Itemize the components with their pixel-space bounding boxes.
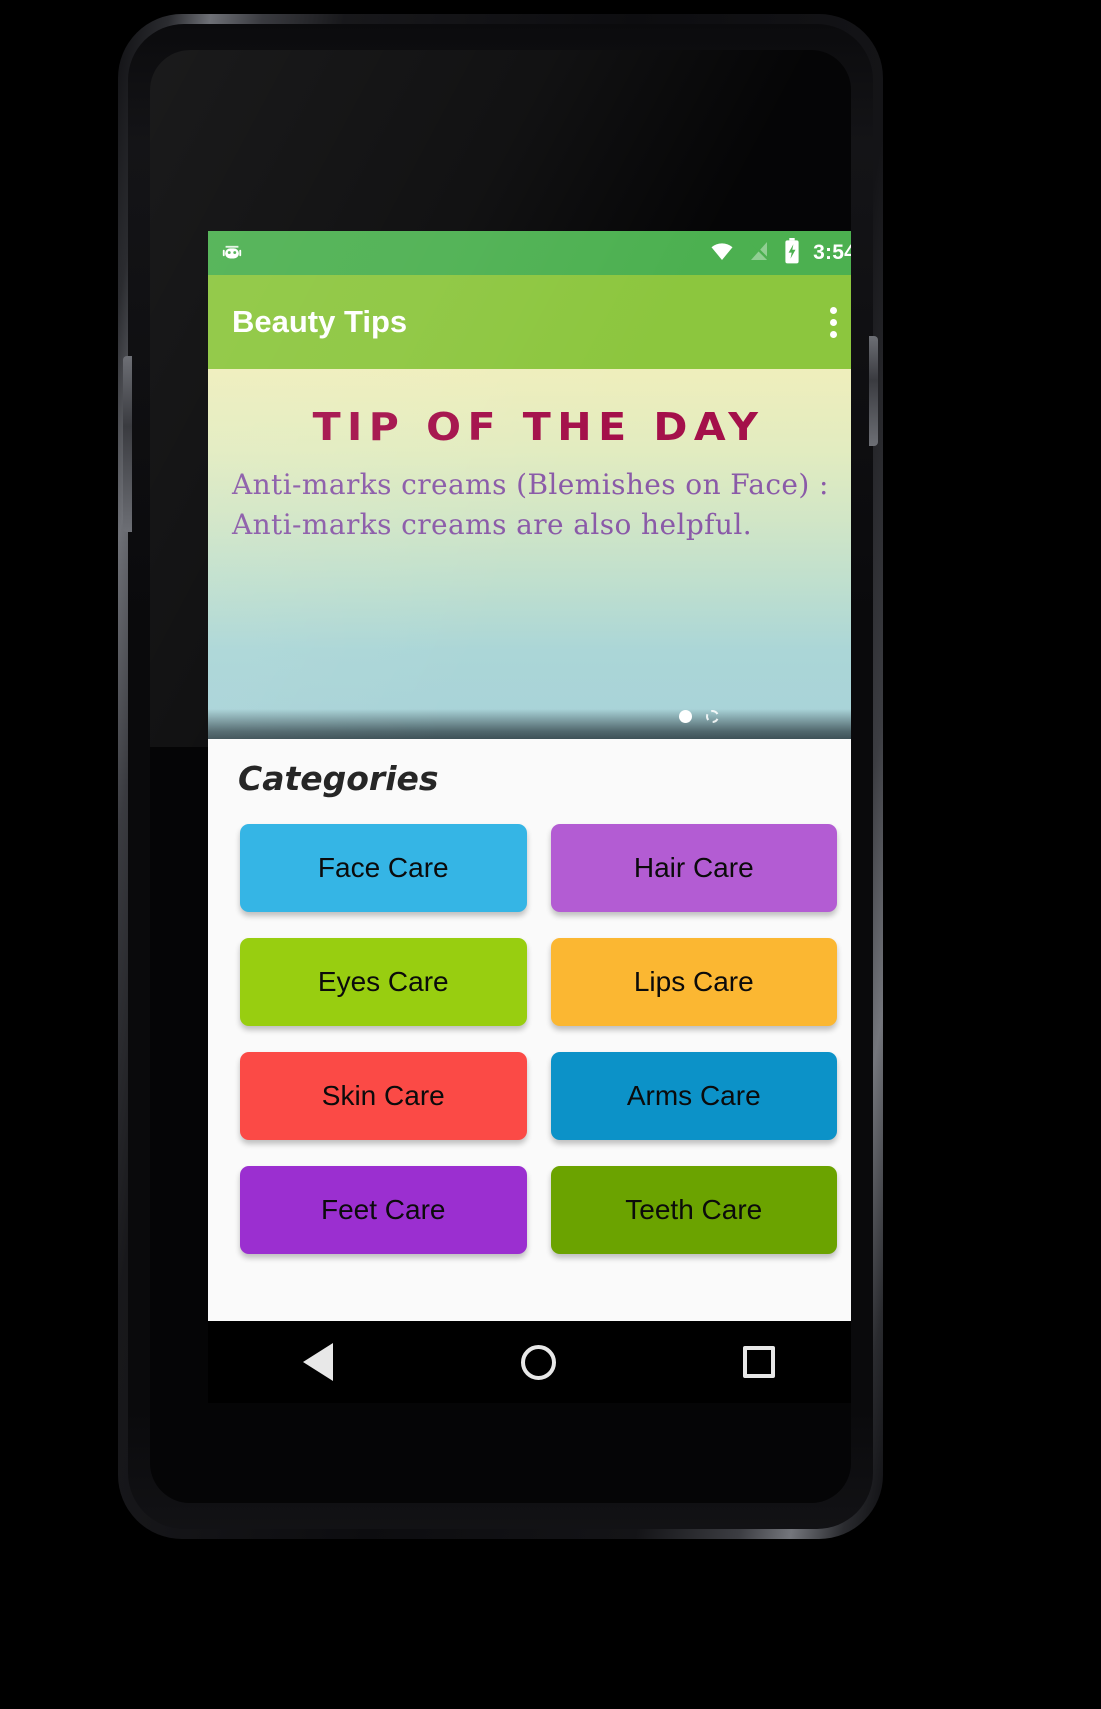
overflow-menu-icon[interactable] <box>822 301 845 344</box>
tip-of-the-day-banner[interactable]: TIP OF THE DAY Anti-marks creams (Blemis… <box>208 369 851 739</box>
category-button-feet-care[interactable]: Feet Care <box>240 1166 527 1254</box>
wifi-icon <box>708 239 736 268</box>
device-screen: 3:54 Beauty Tips TIP OF THE DAY Anti-mar… <box>208 231 851 1403</box>
category-label: Skin Care <box>321 1080 445 1111</box>
power-button[interactable] <box>869 336 878 446</box>
app-title: Beauty Tips <box>232 304 408 339</box>
category-button-face-care[interactable]: Face Care <box>240 824 527 912</box>
android-mascot-icon <box>221 242 243 264</box>
battery-charging-icon <box>782 237 802 269</box>
overflow-dot <box>830 318 837 326</box>
category-button-skin-care[interactable]: Skin Care <box>240 1052 527 1140</box>
status-bar-right-group: 3:54 <box>708 237 851 269</box>
category-button-arms-care[interactable]: Arms Care <box>550 1052 837 1140</box>
overflow-dot <box>830 306 837 314</box>
categories-section: Categories Face Care Hair Care Eyes Care… <box>208 739 851 1254</box>
category-button-lips-care[interactable]: Lips Care <box>550 938 837 1026</box>
category-label: Eyes Care <box>317 966 449 997</box>
nav-recents-button[interactable] <box>699 1321 819 1403</box>
page-dot-active[interactable] <box>679 710 692 723</box>
categories-heading: Categories <box>238 759 439 798</box>
category-label: Face Care <box>317 852 449 883</box>
nav-back-button[interactable] <box>258 1321 378 1403</box>
status-bar-clock: 3:54 <box>813 241 851 264</box>
phone-device-frame: 3:54 Beauty Tips TIP OF THE DAY Anti-mar… <box>118 14 883 1539</box>
recents-square-icon <box>742 1346 775 1378</box>
tip-of-the-day-text: Anti-marks creams (Blemishes on Face) : … <box>232 468 829 541</box>
category-label: Arms Care <box>626 1080 761 1111</box>
page-dot-inactive[interactable] <box>706 710 719 723</box>
tip-of-the-day-title: TIP OF THE DAY <box>312 405 765 449</box>
overflow-dot <box>830 330 837 338</box>
phone-glass-face: 3:54 Beauty Tips TIP OF THE DAY Anti-mar… <box>150 50 851 1503</box>
app-bar: Beauty Tips <box>208 275 851 369</box>
volume-rocker-button[interactable] <box>123 356 132 532</box>
signal-off-icon <box>747 239 771 268</box>
back-triangle-icon <box>303 1343 334 1381</box>
category-grid: Face Care Hair Care Eyes Care Lips Care <box>230 824 847 1254</box>
category-button-hair-care[interactable]: Hair Care <box>550 824 837 912</box>
category-label: Teeth Care <box>625 1194 763 1225</box>
banner-page-indicator[interactable] <box>679 710 719 723</box>
device-chin <box>150 1415 851 1475</box>
navigation-bar <box>208 1321 851 1403</box>
category-label: Hair Care <box>633 852 754 883</box>
nav-home-button[interactable] <box>478 1321 598 1403</box>
category-label: Feet Care <box>321 1194 446 1225</box>
category-button-eyes-care[interactable]: Eyes Care <box>240 938 527 1026</box>
status-bar: 3:54 <box>208 231 851 275</box>
category-label: Lips Care <box>633 966 754 997</box>
category-button-teeth-care[interactable]: Teeth Care <box>550 1166 837 1254</box>
phone-bezel: 3:54 Beauty Tips TIP OF THE DAY Anti-mar… <box>123 24 878 1529</box>
home-circle-icon <box>520 1344 556 1380</box>
